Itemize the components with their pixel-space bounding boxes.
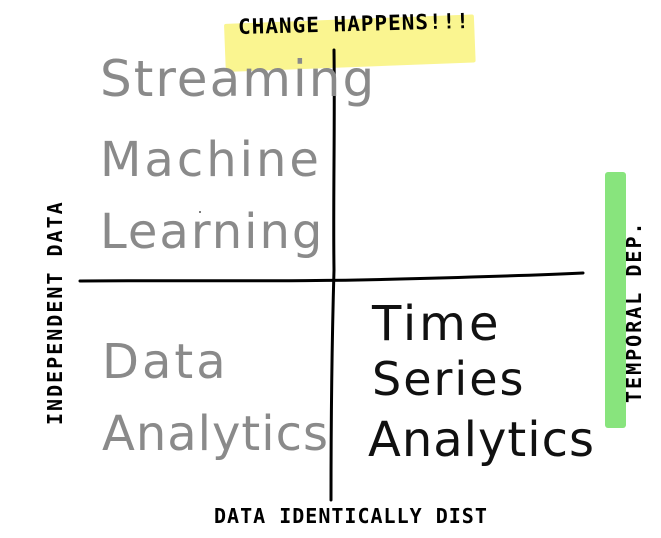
quadrant-top-left-line-2: Machine: [100, 132, 322, 188]
bottom-axis-label: DATA IDENTICALLY DIST: [214, 504, 488, 528]
quadrant-top-left-line-3: Learning: [100, 204, 325, 260]
quadrant-bottom-left-line-1: Data: [102, 334, 229, 390]
left-axis-label: INDEPENDENT DATA: [43, 200, 67, 425]
vertical-axis-line: [329, 48, 336, 502]
quadrant-bottom-right-line-3: Analytics: [368, 412, 595, 468]
quadrant-bottom-right-line-1: Time: [372, 296, 502, 352]
right-axis-label: TEMPORAL DEP.: [622, 220, 646, 403]
quadrant-top-left-line-1: Streaming: [100, 50, 377, 108]
quadrant-diagram: CHANGE HAPPENS!!! DATA IDENTICALLY DIST …: [0, 0, 661, 538]
quadrant-bottom-left-line-2: Analytics: [102, 406, 329, 462]
horizontal-axis-line: [78, 271, 585, 283]
quadrant-bottom-right-line-2: Series: [372, 352, 526, 406]
